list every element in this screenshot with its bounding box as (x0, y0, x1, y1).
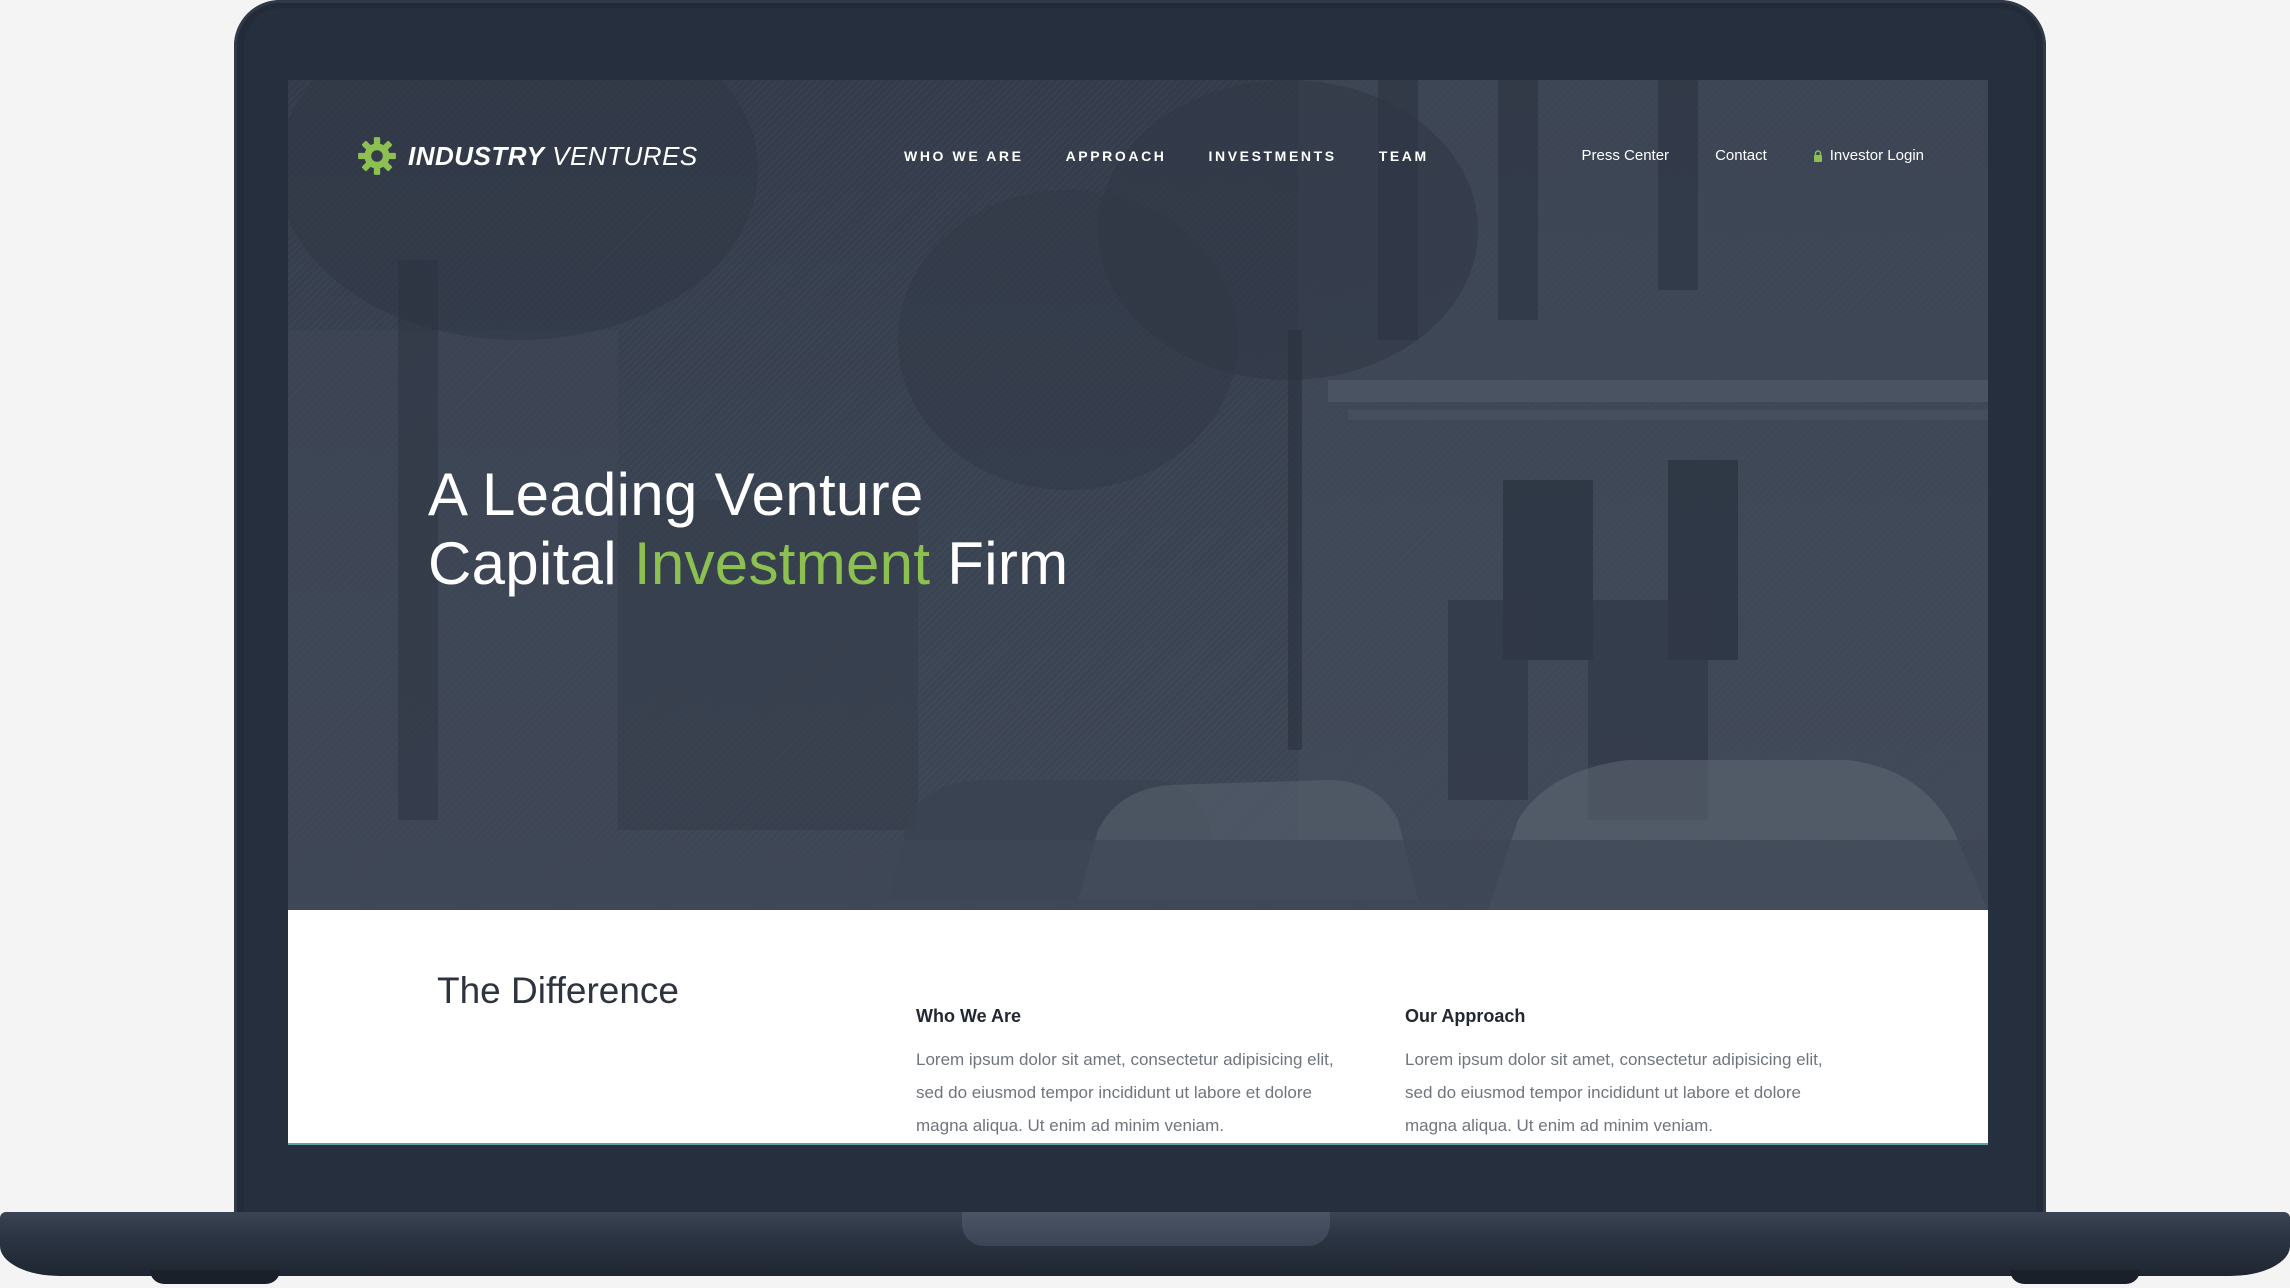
gear-icon (358, 137, 396, 175)
laptop-foot-right (2010, 1270, 2140, 1284)
difference-title: The Difference (437, 970, 679, 1011)
hero-line-2-accent: Investment (633, 530, 931, 597)
investor-login-label: Investor Login (1829, 147, 1924, 164)
nav-approach[interactable]: APPROACH (1066, 142, 1167, 170)
difference-section: The Difference Who We Are Lorem ipsum do… (288, 910, 1988, 1145)
nav-investments[interactable]: INVESTMENTS (1209, 142, 1337, 170)
hero-headline: A Leading Venture Capital Investment Fir… (428, 460, 1068, 598)
our-approach-column: Our Approach Lorem ipsum dolor sit amet,… (1405, 1006, 1825, 1142)
lock-icon (1813, 150, 1822, 162)
brand-logo[interactable]: INDUSTRY VENTURES (356, 128, 698, 184)
brand-wordmark: INDUSTRY VENTURES (408, 141, 698, 172)
laptop-notch (962, 1212, 1330, 1246)
hero-line-2-prefix: Capital (428, 530, 634, 597)
who-we-are-heading: Who We Are (916, 1006, 1022, 1026)
our-approach-heading: Our Approach (1405, 1006, 1526, 1026)
nav-who-we-are[interactable]: WHO WE ARE (904, 142, 1024, 170)
nav-contact[interactable]: Contact (1715, 142, 1767, 170)
our-approach-text: Lorem ipsum dolor sit amet, consectetur … (1405, 1050, 1823, 1135)
utility-navigation: Press Center Contact Investor Login (1582, 142, 1924, 170)
who-we-are-text: Lorem ipsum dolor sit amet, consectetur … (916, 1050, 1334, 1135)
website-screen: INDUSTRY VENTURES WHO WE ARE APPROACH IN… (288, 80, 1988, 1145)
nav-press-center[interactable]: Press Center (1582, 142, 1670, 170)
hero-line-2-suffix: Firm (930, 530, 1069, 597)
nav-team[interactable]: TEAM (1379, 142, 1429, 170)
investor-login-link[interactable]: Investor Login (1813, 142, 1924, 170)
hero-section: INDUSTRY VENTURES WHO WE ARE APPROACH IN… (288, 80, 1988, 910)
brand-name-strong: INDUSTRY (408, 140, 545, 171)
hero-line-1: A Leading Venture (428, 461, 924, 528)
main-navigation: WHO WE ARE APPROACH INVESTMENTS TEAM (904, 142, 1429, 170)
brand-name-light: VENTURES (552, 140, 698, 171)
who-we-are-column: Who We Are Lorem ipsum dolor sit amet, c… (916, 1006, 1336, 1142)
laptop-foot-left (150, 1270, 280, 1284)
